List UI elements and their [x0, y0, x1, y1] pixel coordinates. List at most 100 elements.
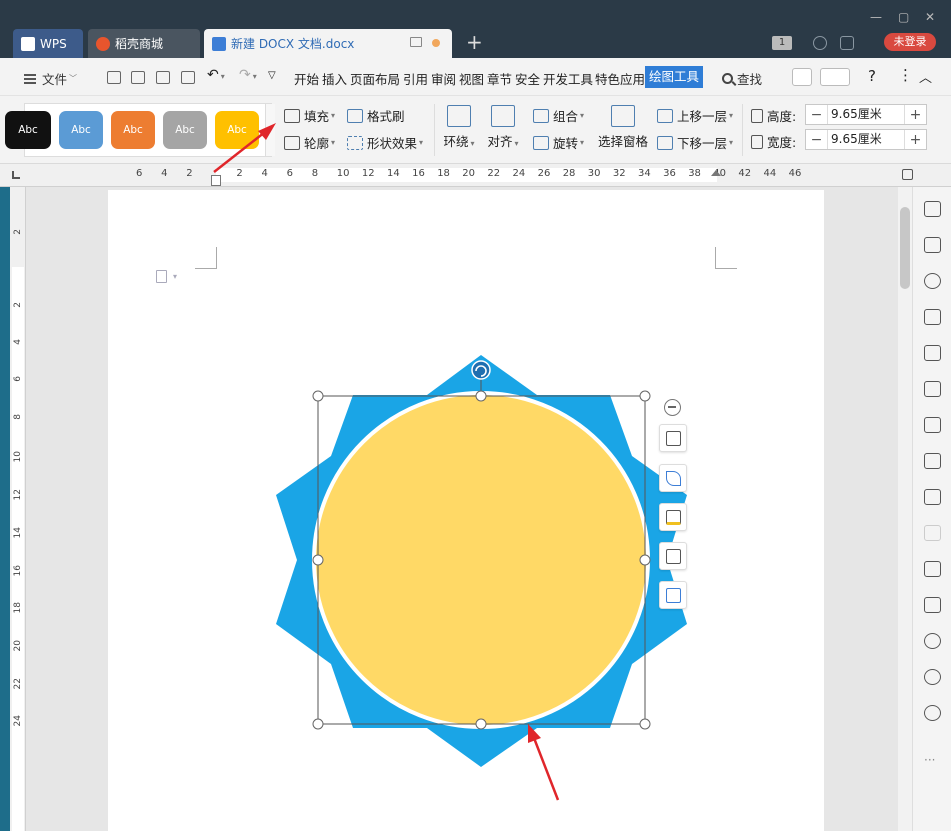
apps-icon[interactable] — [924, 381, 941, 397]
collapse-ribbon-icon[interactable]: ︿ — [919, 67, 932, 86]
pen-icon[interactable] — [924, 201, 941, 217]
menu-references[interactable]: 引用 — [403, 69, 428, 88]
menu-page-layout[interactable]: 页面布局 — [350, 69, 400, 88]
tab-stop-icon[interactable] — [12, 171, 20, 179]
style-black[interactable]: Abc — [5, 111, 51, 149]
maximize-icon[interactable]: ▢ — [898, 10, 909, 24]
format-painter-icon[interactable] — [131, 71, 145, 84]
ruler-toggle-icon[interactable] — [902, 169, 913, 180]
archive-icon[interactable] — [924, 561, 941, 577]
ruler-tick-label: 26 — [537, 168, 551, 179]
width-field[interactable]: − 9.65厘米 + — [805, 129, 927, 150]
ruler-tick-label: 6 — [136, 168, 143, 179]
outline-icon — [666, 549, 681, 564]
wrap-text-float-button[interactable] — [659, 424, 687, 452]
menu-insert[interactable]: 插入 — [322, 69, 347, 88]
format-painter-button[interactable]: 格式刷 — [347, 106, 405, 125]
shape-effects-button[interactable]: 形状效果 ▾ — [347, 133, 423, 152]
align-button[interactable]: 对齐 ▾ — [487, 105, 519, 150]
image-gallery-icon[interactable] — [924, 453, 941, 469]
menu-view[interactable]: 视图 — [459, 69, 484, 88]
height-decrease-button[interactable]: − — [806, 107, 827, 123]
undo-icon[interactable]: ↶ ▾ — [207, 67, 225, 83]
chevron-down-icon[interactable]: ▾ — [173, 272, 177, 281]
horizontal-ruler[interactable]: 6 4 2 2 4 6 8 10 12 14 16 18 20 22 24 26 28 30 32 34 36 38 40 4… — [0, 164, 898, 187]
shield-icon[interactable] — [924, 633, 941, 649]
cloud-icon[interactable] — [813, 36, 827, 50]
pen-float-button[interactable] — [659, 464, 687, 492]
menu-developer[interactable]: 开发工具 — [543, 69, 593, 88]
height-input[interactable]: 9.65厘米 — [827, 105, 905, 124]
bring-forward-button[interactable]: 上移一层 ▾ — [657, 106, 733, 125]
outline-button[interactable]: 轮廓 ▾ — [284, 133, 335, 152]
width-increase-button[interactable]: + — [905, 132, 926, 148]
login-button[interactable]: 未登录 — [884, 33, 936, 51]
picture-icon[interactable] — [924, 597, 941, 613]
help-icon[interactable] — [924, 705, 941, 721]
height-field[interactable]: − 9.65厘米 + — [805, 104, 927, 125]
menu-chapter[interactable]: 章节 — [487, 69, 512, 88]
fill-button[interactable]: 填充 ▾ — [284, 106, 335, 125]
tab-document[interactable]: 新建 DOCX 文档.docx — [204, 29, 452, 58]
window-count-badge[interactable]: 1 — [772, 36, 792, 50]
minimize-icon[interactable]: — — [870, 10, 882, 24]
margin-corner-top-left — [195, 247, 217, 269]
file-menu[interactable]: 文件 ﹀ — [24, 69, 77, 88]
menu-drawing-tools[interactable]: 绘图工具 — [645, 66, 703, 88]
gallery-scroll[interactable] — [265, 104, 275, 156]
print-preview-icon[interactable] — [181, 71, 195, 84]
shirt-icon[interactable] — [840, 36, 854, 50]
save-icon[interactable] — [107, 71, 121, 84]
tab-label: 新建 DOCX 文档.docx — [231, 37, 355, 51]
style-blue[interactable]: Abc — [59, 111, 103, 149]
new-tab-button[interactable]: + — [466, 30, 483, 54]
table-icon[interactable] — [924, 345, 941, 361]
group-button[interactable]: 组合 ▾ — [533, 106, 584, 125]
send-backward-button[interactable]: 下移一层 ▾ — [657, 133, 733, 152]
close-icon[interactable]: ✕ — [925, 10, 935, 24]
style-orange[interactable]: Abc — [111, 111, 155, 149]
fill-float-button[interactable] — [659, 503, 687, 531]
document-page[interactable]: ▾ — [108, 190, 824, 831]
vertical-scrollbar[interactable] — [898, 187, 912, 831]
layout-float-button[interactable] — [659, 581, 687, 609]
tab-wps[interactable]: WPS — [13, 29, 83, 58]
collapse-toolbar-button[interactable] — [664, 399, 681, 416]
menu-home[interactable]: 开始 — [294, 69, 319, 88]
menu-review[interactable]: 审阅 — [431, 69, 456, 88]
share-icon[interactable] — [792, 68, 812, 86]
wrap-button[interactable]: 环绕 ▾ — [443, 105, 475, 150]
right-indent-marker[interactable] — [711, 170, 721, 176]
more-quick-icon[interactable]: ▽ — [268, 70, 276, 81]
redo-icon[interactable]: ↷ ▾ — [239, 67, 257, 83]
collab-icon[interactable] — [820, 68, 850, 86]
search-button[interactable]: 查找 — [722, 69, 762, 88]
select-pane-button[interactable]: 选择窗格 — [597, 105, 649, 150]
tab-store[interactable]: 稻壳商城 — [88, 29, 200, 58]
vertical-ruler[interactable]: 2 2 4 6 8 10 12 14 16 18 20 22 24 — [10, 187, 26, 831]
more-icon[interactable]: ··· — [924, 753, 935, 767]
paragraph-marker-icon[interactable] — [156, 270, 167, 283]
share-icon[interactable] — [924, 489, 941, 505]
more-options-icon[interactable]: ⋮ — [898, 66, 913, 84]
monitor-icon[interactable] — [410, 37, 422, 47]
rotate-button[interactable]: 旋转 ▾ — [533, 133, 584, 152]
cursor-icon[interactable] — [924, 237, 941, 253]
height-increase-button[interactable]: + — [905, 107, 926, 123]
sliders-icon[interactable] — [924, 417, 941, 433]
triangle-icon[interactable] — [924, 309, 941, 325]
menu-security[interactable]: 安全 — [515, 69, 540, 88]
scrollbar-thumb[interactable] — [900, 207, 910, 289]
shapes-icon[interactable] — [924, 273, 941, 289]
style-gray[interactable]: Abc — [163, 111, 207, 149]
menu-special[interactable]: 特色应用 — [595, 69, 645, 88]
width-decrease-button[interactable]: − — [806, 132, 827, 148]
style-gold[interactable]: Abc — [215, 111, 259, 149]
unsaved-dot-icon[interactable] — [432, 39, 440, 47]
width-input[interactable]: 9.65厘米 — [827, 130, 905, 149]
history-icon[interactable] — [924, 669, 941, 685]
indent-marker[interactable] — [211, 175, 221, 186]
outline-float-button[interactable] — [659, 542, 687, 570]
print-icon[interactable] — [156, 71, 170, 84]
help-icon[interactable]: ? — [868, 67, 876, 85]
